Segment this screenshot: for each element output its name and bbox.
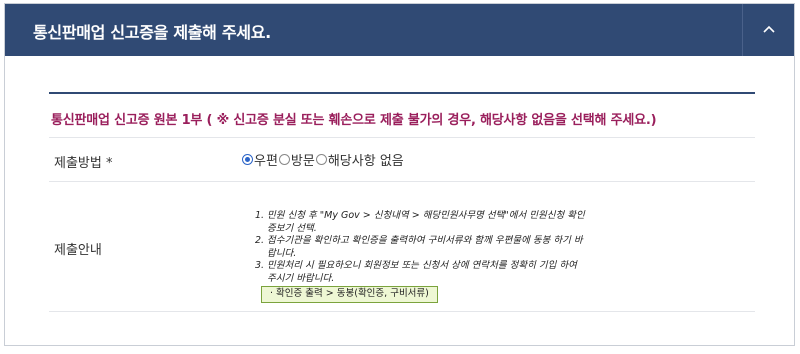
method-row: 제출방법 * 우편 방문 해당사항 없음 xyxy=(49,138,755,182)
guide-instructions: 1. 민원 신청 후 "My Gov > 신청내역 > 해당민원사무명 선택"에… xyxy=(255,210,585,303)
method-radio-group: 우편 방문 해당사항 없음 xyxy=(242,150,405,169)
method-label: 제출방법 * xyxy=(54,156,113,171)
guide-item-number: 1. xyxy=(255,210,265,221)
panel-header: 통신판매업 신고증을 제출해 주세요. xyxy=(5,4,794,56)
radio-visit[interactable] xyxy=(278,154,290,165)
guide-badge: · 확인증 출력 > 동봉(확인증, 구비서류) xyxy=(261,286,438,303)
guide-item-text: 민원처리 시 필요하오니 회원정보 또는 신청서 상에 연락처를 정확히 기입 … xyxy=(267,260,577,284)
radio-option-post[interactable]: 우편 xyxy=(242,150,278,169)
collapse-button[interactable] xyxy=(742,4,794,56)
notice-text: 통신판매업 신고증 원본 1부 ( ※ 신고증 분실 또는 훼손으로 제출 불가… xyxy=(49,94,755,138)
guide-item-number: 2. xyxy=(255,235,265,246)
panel-title: 통신판매업 신고증을 제출해 주세요. xyxy=(33,23,271,42)
guide-item-text: 접수기관을 확인하고 확인증을 출력하여 구비서류와 함께 우편물에 동봉 하기… xyxy=(267,235,583,259)
chevron-up-icon xyxy=(763,25,775,33)
radio-post[interactable] xyxy=(242,154,253,165)
submission-panel: 통신판매업 신고증을 제출해 주세요. 통신판매업 신고증 원본 1부 ( ※ … xyxy=(4,3,795,346)
radio-not-applicable[interactable] xyxy=(315,154,327,165)
panel-content: 통신판매업 신고증 원본 1부 ( ※ 신고증 분실 또는 훼손으로 제출 불가… xyxy=(49,92,755,312)
guide-label: 제출안내 xyxy=(54,243,102,258)
guide-item: 2. 접수기관을 확인하고 확인증을 출력하여 구비서류와 함께 우편물에 동봉… xyxy=(255,235,585,260)
guide-item: 1. 민원 신청 후 "My Gov > 신청내역 > 해당민원사무명 선택"에… xyxy=(255,210,585,235)
guide-item: 3. 민원처리 시 필요하오니 회원정보 또는 신청서 상에 연락처를 정확히 … xyxy=(255,260,585,285)
radio-option-visit[interactable]: 방문 xyxy=(278,150,315,169)
guide-item-number: 3. xyxy=(255,260,265,271)
radio-label-post: 우편 xyxy=(254,154,278,169)
radio-label-visit: 방문 xyxy=(290,154,315,169)
radio-option-not-applicable[interactable]: 해당사항 없음 xyxy=(315,150,404,169)
radio-label-not-applicable: 해당사항 없음 xyxy=(327,154,404,169)
guide-row: 제출안내 1. 민원 신청 후 "My Gov > 신청내역 > 해당민원사무명… xyxy=(49,182,755,312)
guide-item-text: 민원 신청 후 "My Gov > 신청내역 > 해당민원사무명 선택"에서 민… xyxy=(267,210,585,234)
